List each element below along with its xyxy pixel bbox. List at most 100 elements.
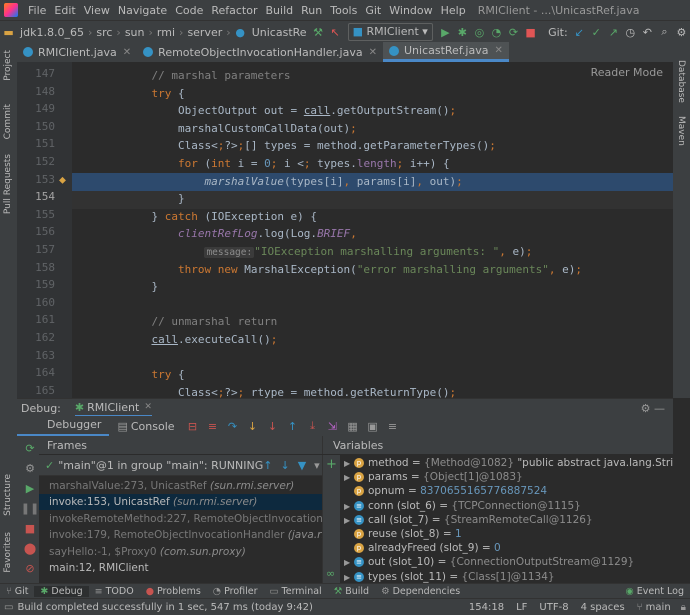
line-number[interactable]: 148 — [17, 85, 55, 98]
view-breakpoints-icon[interactable]: ⬤ — [22, 540, 38, 556]
line-number[interactable]: 164 — [17, 366, 55, 379]
hammer-icon[interactable]: ⚒ — [312, 24, 325, 40]
line-number[interactable]: 147 — [17, 67, 55, 80]
expand-arrow-icon[interactable]: ▶ — [344, 471, 354, 485]
status-message[interactable]: Build completed successfully in 1 sec, 5… — [17, 602, 312, 613]
file-encoding[interactable]: UTF-8 — [533, 602, 574, 613]
tab-rmiclient[interactable]: RMIClient.java✕ — [17, 42, 137, 62]
git-commit-icon[interactable]: ✓ — [590, 24, 603, 40]
settings-icon[interactable]: ⚙ — — [641, 402, 673, 415]
restore-layout-icon[interactable]: ⊟ — [185, 418, 201, 434]
expand-arrow-icon[interactable]: ▶ — [344, 500, 354, 514]
more-icon[interactable]: ≡ — [385, 418, 401, 434]
variable-row[interactable]: ▶≡call (slot_7) = {StreamRemoteCall@1126… — [344, 513, 593, 527]
breadcrumb-jdk[interactable]: jdk1.8.0_65 — [17, 26, 87, 39]
breadcrumb-src[interactable]: src — [93, 26, 115, 39]
line-separator[interactable]: LF — [510, 602, 533, 613]
step-out-icon[interactable]: ↑ — [285, 418, 301, 434]
menu-window[interactable]: Window — [385, 4, 436, 17]
line-number[interactable]: 151 — [17, 137, 55, 150]
line-number[interactable]: 162 — [17, 331, 55, 344]
code-line[interactable]: for (int i = 0; i <; types.length; i++) … — [72, 155, 450, 173]
code-line[interactable]: throw new MarshalException("error marsha… — [72, 261, 582, 279]
run-to-cursor-icon[interactable]: ⇲ — [325, 418, 341, 434]
mute-breakpoints-icon[interactable]: ⊘ — [22, 560, 38, 576]
variable-row[interactable]: ▶≡types (slot_11) = {Class[1]@1134} — [344, 570, 555, 584]
breadcrumb-class[interactable]: UnicastRe — [249, 26, 310, 39]
variable-row[interactable]: ▶≡conn (slot_6) = {TCPConnection@1115} — [344, 499, 581, 513]
menu-tools[interactable]: Tools — [326, 4, 361, 17]
run-configuration-select[interactable]: ■ RMIClient ▾ — [348, 23, 433, 41]
variable-row[interactable]: palreadyFreed (slot_9) = 0 — [344, 541, 501, 555]
line-number[interactable]: 165 — [17, 384, 55, 397]
code-line[interactable]: } — [72, 190, 185, 208]
tool-debug[interactable]: ✱Debug — [34, 586, 88, 597]
code-line[interactable]: // unmarshal return — [72, 313, 277, 331]
tool-git[interactable]: ⑂Git — [0, 586, 34, 597]
side-tab-favorites[interactable]: Favorites — [3, 532, 13, 573]
line-number[interactable]: 155 — [17, 208, 55, 221]
side-tab-database[interactable]: Database — [676, 60, 686, 103]
code-line[interactable]: try { — [72, 366, 185, 384]
code-line[interactable]: call.executeCall(); — [72, 331, 277, 349]
thread-selector[interactable]: ✓ "main"@1 in group "main": RUNNING ↑ ↓ … — [39, 455, 322, 476]
step-over-icon[interactable]: ↷ — [225, 418, 241, 434]
resume-icon[interactable]: ▶ — [22, 480, 38, 496]
tab-remote-object-invocation-handler[interactable]: RemoteObjectInvocationHandler.java✕ — [137, 42, 383, 62]
trace-icon[interactable]: ▣ — [365, 418, 381, 434]
tab-console[interactable]: ▤Console — [109, 420, 182, 433]
line-number[interactable]: 159 — [17, 278, 55, 291]
menu-edit[interactable]: Edit — [50, 4, 79, 17]
frame-row[interactable]: sayHello:-1, $Proxy0 (com.sun.proxy) — [39, 544, 322, 560]
breadcrumb-rmi[interactable]: rmi — [154, 26, 178, 39]
lock-icon[interactable]: 🔒︎ — [677, 602, 690, 613]
menu-refactor[interactable]: Refactor — [207, 4, 261, 17]
variable-row[interactable]: ▶pparams = {Object[1]@1083} — [344, 470, 523, 484]
close-icon[interactable]: ✕ — [494, 45, 502, 56]
expand-arrow-icon[interactable]: ▶ — [344, 556, 354, 570]
tool-dependencies[interactable]: ⚙Dependencies — [375, 586, 466, 597]
line-number[interactable]: 152 — [17, 155, 55, 168]
menu-code[interactable]: Code — [171, 4, 207, 17]
settings-icon[interactable]: ⚙ — [675, 24, 688, 40]
tool-problems[interactable]: ●Problems — [140, 586, 207, 597]
frame-row[interactable]: marshalValue:273, UnicastRef (sun.rmi.se… — [39, 478, 322, 494]
expand-arrow-icon[interactable]: ▶ — [344, 514, 354, 528]
stop-icon[interactable]: ■ — [22, 520, 38, 536]
variable-row[interactable]: popnum = 8370655165776887524 — [344, 484, 547, 498]
git-branch[interactable]: ⑂main — [631, 602, 677, 613]
line-number[interactable]: 149 — [17, 102, 55, 115]
code-line[interactable]: message:"IOException marshalling argumen… — [72, 243, 532, 261]
git-update-icon[interactable]: ↙ — [573, 24, 586, 40]
rollback-icon[interactable]: ↶ — [641, 24, 654, 40]
side-tab-maven[interactable]: Maven — [676, 116, 686, 146]
code-line[interactable]: Class<;?>; rtype = method.getReturnType(… — [72, 384, 456, 398]
line-number[interactable]: 150 — [17, 120, 55, 133]
menu-help[interactable]: Help — [437, 4, 470, 17]
side-tab-commit[interactable]: Commit — [3, 104, 13, 139]
reader-mode-toggle[interactable]: Reader Mode — [591, 66, 663, 79]
code-line[interactable]: Class<;?>;[] types = method.getParameter… — [72, 137, 496, 155]
variable-row[interactable]: ▶pmethod = {Method@1082} "public abstrac… — [344, 456, 673, 470]
tool-event-log[interactable]: ◉Event Log — [620, 586, 690, 597]
tool-profiler[interactable]: ◔Profiler — [207, 586, 264, 597]
code-line[interactable]: } catch (IOException e) { — [72, 208, 317, 226]
line-number[interactable]: 156 — [17, 225, 55, 238]
menu-file[interactable]: File — [24, 4, 50, 17]
line-number[interactable]: 154 — [17, 190, 55, 203]
tab-unicastref[interactable]: UnicastRef.java✕ — [383, 42, 509, 62]
close-icon[interactable]: ✕ — [144, 402, 152, 412]
dropdown-icon[interactable]: ▾ — [314, 459, 320, 472]
variable-row[interactable]: preuse (slot_8) = 1 — [344, 527, 462, 541]
line-number[interactable]: 161 — [17, 313, 55, 326]
breadcrumb-server[interactable]: server — [184, 26, 225, 39]
indent-setting[interactable]: 4 spaces — [575, 602, 631, 613]
frame-row[interactable]: invokeRemoteMethod:227, RemoteObjectInvo… — [39, 511, 322, 527]
code-line[interactable]: clientRefLog.log(Log.BRIEF, — [72, 225, 357, 243]
show-execution-point-icon[interactable]: ≡ — [205, 418, 221, 434]
caret-position[interactable]: 154:18 — [463, 602, 510, 613]
evaluate-expression-icon[interactable]: ▦ — [345, 418, 361, 434]
variable-row[interactable]: ▶≡out (slot_10) = {ConnectionOutputStrea… — [344, 555, 634, 569]
expand-arrow-icon[interactable]: ▶ — [344, 457, 354, 471]
drop-frame-icon[interactable]: ⤓ — [305, 418, 321, 434]
